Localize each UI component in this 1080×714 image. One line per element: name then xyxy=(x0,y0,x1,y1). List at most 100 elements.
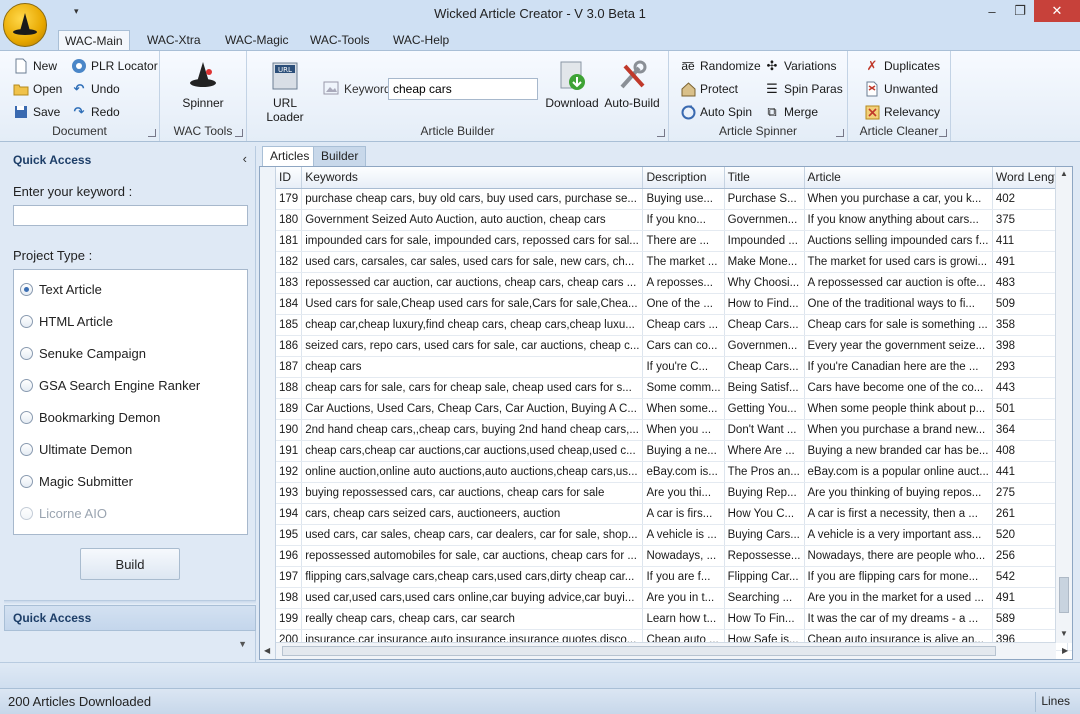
radio-ultimate-demon[interactable]: Ultimate Demon xyxy=(20,442,132,457)
url-loader-button[interactable]: URL URL Loader xyxy=(255,59,315,124)
wac-tools-group-launcher-icon[interactable] xyxy=(235,129,243,137)
cell-article[interactable]: Every year the government seize... xyxy=(804,335,993,357)
cell-article[interactable]: Are you in the market for a used ... xyxy=(804,587,993,609)
table-row[interactable]: 193 buying repossessed cars, car auctions… xyxy=(276,482,1072,504)
cell-article[interactable]: A car is first a necessity, then a ... xyxy=(804,503,993,525)
cell-description[interactable]: Cheap cars ... xyxy=(642,314,725,336)
cell-keywords[interactable]: cheap car,cheap luxury,find cheap cars, … xyxy=(301,314,644,336)
cell-description[interactable]: If you're C... xyxy=(642,356,725,378)
save-button[interactable]: Save xyxy=(13,104,60,120)
build-button[interactable]: Build xyxy=(80,548,180,580)
cell-title[interactable]: How To Fin... xyxy=(724,608,805,630)
tab-wac-xtra[interactable]: WAC-Xtra xyxy=(141,30,207,50)
app-logo-witch-hat-icon[interactable] xyxy=(3,3,47,47)
cell-description[interactable]: Nowadays, ... xyxy=(642,545,725,567)
radio-magic-submitter[interactable]: Magic Submitter xyxy=(20,474,133,489)
cell-keywords[interactable]: repossessed car auction, car auctions, c… xyxy=(301,272,644,294)
cell-keywords[interactable]: cheap cars xyxy=(301,356,644,378)
cell-article[interactable]: If you know anything about cars... xyxy=(804,209,993,231)
undo-button[interactable]: ↶ Undo xyxy=(71,81,120,97)
cell-description[interactable]: The market ... xyxy=(642,251,725,273)
cell-article[interactable]: When you purchase a car, you k... xyxy=(804,188,993,210)
table-row[interactable]: 182 used cars, carsales, car sales, used … xyxy=(276,251,1072,273)
cell-description[interactable]: Learn how t... xyxy=(642,608,725,630)
cell-keywords[interactable]: online auction,online auto auctions,auto… xyxy=(301,461,644,483)
relevancy-button[interactable]: Relevancy xyxy=(864,104,940,120)
cell-article[interactable]: When you purchase a brand new... xyxy=(804,419,993,441)
scroll-up-arrow-icon[interactable]: ▲ xyxy=(1060,169,1068,178)
tab-builder[interactable]: Builder xyxy=(313,146,367,167)
duplicates-button[interactable]: ✗ Duplicates xyxy=(864,58,940,74)
cell-id[interactable]: 186 xyxy=(276,335,303,357)
table-row[interactable]: 195 used cars, car sales, cheap cars, car… xyxy=(276,524,1072,546)
cell-id[interactable]: 197 xyxy=(276,566,303,588)
unwanted-button[interactable]: Unwanted xyxy=(864,81,938,97)
cell-title[interactable]: Why Choosi... xyxy=(724,272,805,294)
cell-article[interactable]: One of the traditional ways to fi... xyxy=(804,293,993,315)
spinner-button[interactable]: Spinner xyxy=(178,59,228,110)
cell-keywords[interactable]: cars, cheap cars seized cars, auctioneer… xyxy=(301,503,644,525)
cell-keywords[interactable]: Car Auctions, Used Cars, Cheap Cars, Car… xyxy=(301,398,644,420)
cell-description[interactable]: One of the ... xyxy=(642,293,725,315)
cell-id[interactable]: 183 xyxy=(276,272,303,294)
table-row[interactable]: 186 seized cars, repo cars, used cars for… xyxy=(276,335,1072,357)
column-header-id[interactable]: ID xyxy=(276,167,303,189)
cell-title[interactable]: Cheap Cars... xyxy=(724,314,805,336)
close-button[interactable]: ✕ xyxy=(1034,0,1080,22)
cell-title[interactable]: How You C... xyxy=(724,503,805,525)
cell-keywords[interactable]: cheap cars,cheap car auctions,car auctio… xyxy=(301,440,644,462)
cell-description[interactable]: When some... xyxy=(642,398,725,420)
protect-button[interactable]: Protect xyxy=(680,81,738,97)
open-button[interactable]: Open xyxy=(13,81,62,97)
cell-description[interactable]: eBay.com is... xyxy=(642,461,725,483)
cell-id[interactable]: 181 xyxy=(276,230,303,252)
merge-button[interactable]: ⧉ Merge xyxy=(764,104,818,120)
scroll-left-arrow-icon[interactable]: ◀ xyxy=(264,646,270,655)
cell-title[interactable]: Getting You... xyxy=(724,398,805,420)
plr-locator-button[interactable]: PLR Locator xyxy=(71,58,158,74)
scroll-right-arrow-icon[interactable]: ▶ xyxy=(1062,646,1068,655)
cell-description[interactable]: When you ... xyxy=(642,419,725,441)
cell-title[interactable]: How to Find... xyxy=(724,293,805,315)
cell-title[interactable]: Don't Want ... xyxy=(724,419,805,441)
cell-keywords[interactable]: really cheap cars, cheap cars, car searc… xyxy=(301,608,644,630)
cell-article[interactable]: If you are flipping cars for mone... xyxy=(804,566,993,588)
cell-title[interactable]: Buying Rep... xyxy=(724,482,805,504)
cell-id[interactable]: 195 xyxy=(276,524,303,546)
column-header-keywords[interactable]: Keywords xyxy=(301,167,644,189)
radio-text-article[interactable]: Text Article xyxy=(20,282,102,297)
cell-title[interactable]: Where Are ... xyxy=(724,440,805,462)
column-header-article[interactable]: Article xyxy=(804,167,993,189)
cell-description[interactable]: If you are f... xyxy=(642,566,725,588)
table-row[interactable]: 183 repossessed car auction, car auctions… xyxy=(276,272,1072,294)
radio-html-article[interactable]: HTML Article xyxy=(20,314,113,329)
cell-id[interactable]: 194 xyxy=(276,503,303,525)
cell-title[interactable]: Purchase S... xyxy=(724,188,805,210)
vertical-scrollbar[interactable]: ▲ ▼ xyxy=(1055,167,1072,643)
collapse-panel-icon[interactable]: ‹ xyxy=(243,151,247,166)
cell-article[interactable]: Buying a new branded car has be... xyxy=(804,440,993,462)
cell-keywords[interactable]: purchase cheap cars, buy old cars, buy u… xyxy=(301,188,644,210)
cell-id[interactable]: 180 xyxy=(276,209,303,231)
horizontal-scrollbar[interactable]: ◀ ▶ xyxy=(264,642,1068,659)
table-row[interactable]: 188 cheap cars for sale, cars for cheap s… xyxy=(276,377,1072,399)
cell-title[interactable]: Make Mone... xyxy=(724,251,805,273)
cell-title[interactable]: Searching ... xyxy=(724,587,805,609)
cell-id[interactable]: 190 xyxy=(276,419,303,441)
table-row[interactable]: 199 really cheap cars, cheap cars, car se… xyxy=(276,608,1072,630)
cell-article[interactable]: The market for used cars is growi... xyxy=(804,251,993,273)
table-row[interactable]: 196 repossessed automobiles for sale, car… xyxy=(276,545,1072,567)
table-row[interactable]: 185 cheap car,cheap luxury,find cheap car… xyxy=(276,314,1072,336)
cell-id[interactable]: 198 xyxy=(276,587,303,609)
cell-article[interactable]: It was the car of my dreams - a ... xyxy=(804,608,993,630)
cell-title[interactable]: Impounded ... xyxy=(724,230,805,252)
cell-id[interactable]: 179 xyxy=(276,188,303,210)
table-row[interactable]: 197 flipping cars,salvage cars,cheap cars… xyxy=(276,566,1072,588)
tab-wac-help[interactable]: WAC-Help xyxy=(387,30,455,50)
column-header-title[interactable]: Title xyxy=(724,167,805,189)
cell-description[interactable]: A reposses... xyxy=(642,272,725,294)
table-row[interactable]: 191 cheap cars,cheap car auctions,car auc… xyxy=(276,440,1072,462)
randomize-button[interactable]: a͞e Randomize xyxy=(680,58,760,74)
spin-paras-button[interactable]: ☰ Spin Paras xyxy=(764,81,843,97)
cell-description[interactable]: A car is firs... xyxy=(642,503,725,525)
